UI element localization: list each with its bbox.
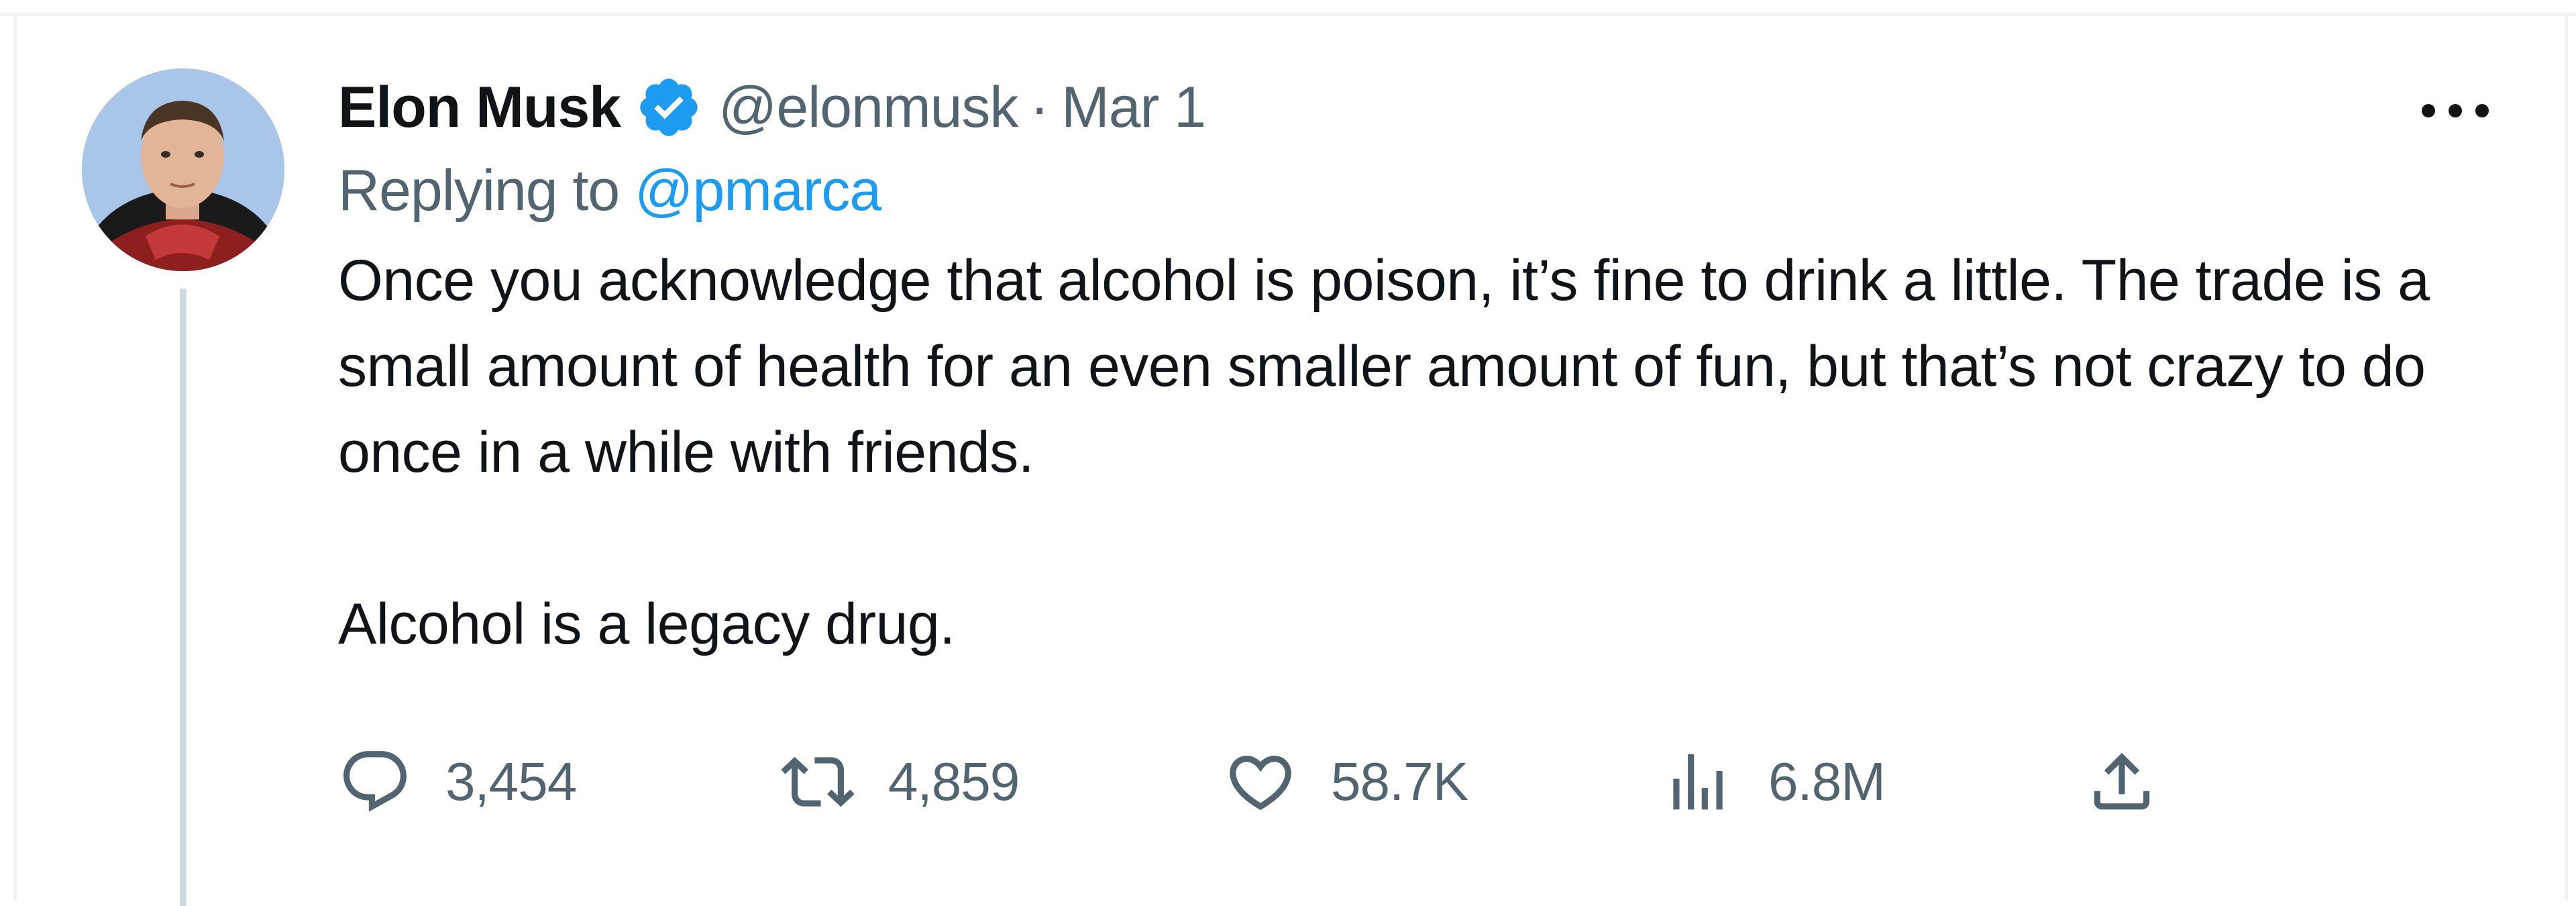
more-dots-icon[interactable] bbox=[2422, 94, 2489, 128]
like-button[interactable]: 58.7K bbox=[1224, 745, 1468, 819]
card-top-border bbox=[0, 0, 2576, 16]
replying-to: Replying to @pmarca bbox=[338, 150, 2505, 231]
views-count: 6.8M bbox=[1768, 752, 1886, 811]
share-button[interactable] bbox=[2085, 745, 2159, 819]
tweet-content: Elon Musk @elonmusk · Mar 1 Replying to … bbox=[338, 67, 2505, 667]
author-name[interactable]: Elon Musk bbox=[338, 67, 621, 148]
tweet-paragraph: Once you acknowledge that alcohol is poi… bbox=[338, 248, 2430, 485]
tweet-actions: 3,454 4,859 58.7K 6.8M bbox=[338, 745, 2351, 819]
tweet-text: Once you acknowledge that alcohol is poi… bbox=[338, 238, 2505, 667]
thread-line bbox=[180, 289, 186, 906]
replying-to-mention[interactable]: @pmarca bbox=[635, 158, 881, 223]
author-handle[interactable]: @elonmusk bbox=[718, 67, 1018, 148]
retweet-button[interactable]: 4,859 bbox=[781, 745, 1020, 819]
reply-button[interactable]: 3,454 bbox=[338, 745, 577, 819]
tweet-date[interactable]: Mar 1 bbox=[1061, 67, 1206, 148]
retweet-icon bbox=[781, 745, 855, 819]
tweet-paragraph: Alcohol is a legacy drug. bbox=[338, 592, 955, 656]
views-bar-chart-icon bbox=[1661, 745, 1735, 819]
share-upload-icon bbox=[2085, 745, 2159, 819]
reply-count: 3,454 bbox=[445, 752, 577, 811]
views-button[interactable]: 6.8M bbox=[1661, 745, 1886, 819]
heart-icon bbox=[1224, 745, 1297, 819]
verified-badge-icon bbox=[635, 74, 702, 141]
like-count: 58.7K bbox=[1331, 752, 1468, 811]
header-separator: · bbox=[1030, 75, 1050, 140]
reply-bubble-icon bbox=[338, 745, 412, 819]
replying-to-label: Replying to bbox=[338, 158, 620, 223]
avatar[interactable] bbox=[82, 68, 284, 271]
avatar-image bbox=[82, 68, 284, 271]
retweet-count: 4,859 bbox=[888, 752, 1020, 811]
tweet-header: Elon Musk @elonmusk · Mar 1 bbox=[338, 67, 2505, 148]
